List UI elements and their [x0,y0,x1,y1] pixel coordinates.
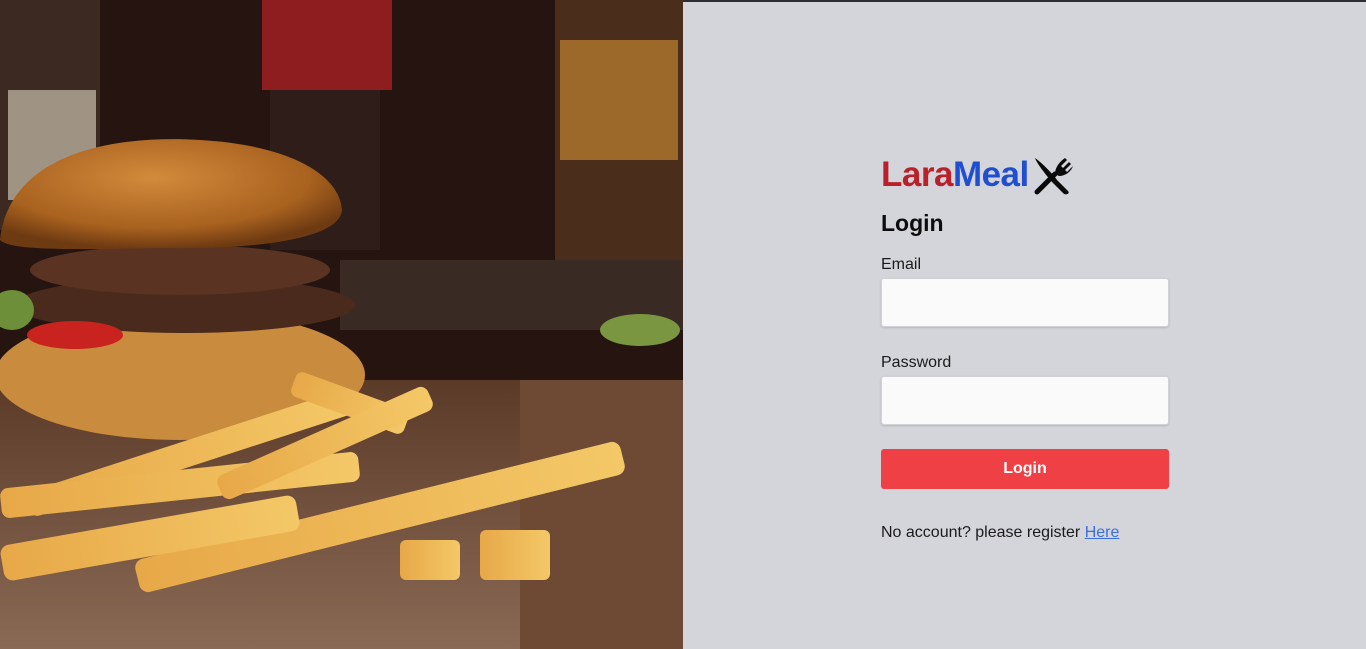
password-field[interactable] [881,376,1169,425]
login-button[interactable]: Login [881,449,1169,489]
burger-fries-illustration [0,0,683,649]
email-field[interactable] [881,278,1169,327]
brand-name-part2: Meal [952,155,1029,194]
brand-logo: Lara Meal [881,152,1169,198]
brand-name-part1: Lara [881,155,953,194]
login-form: Lara Meal Login Email Password Login No a… [881,152,1169,542]
password-label: Password [881,354,952,371]
register-link[interactable]: Here [1085,524,1120,541]
login-panel: Lara Meal Login Email Password Login No a… [683,2,1366,649]
login-title: Login [881,210,944,236]
fork-knife-icon [1031,154,1073,196]
register-prompt: No account? please register Here [881,524,1169,542]
hero-image [0,0,683,649]
register-text: No account? please register [881,524,1081,541]
email-label: Email [881,256,922,273]
